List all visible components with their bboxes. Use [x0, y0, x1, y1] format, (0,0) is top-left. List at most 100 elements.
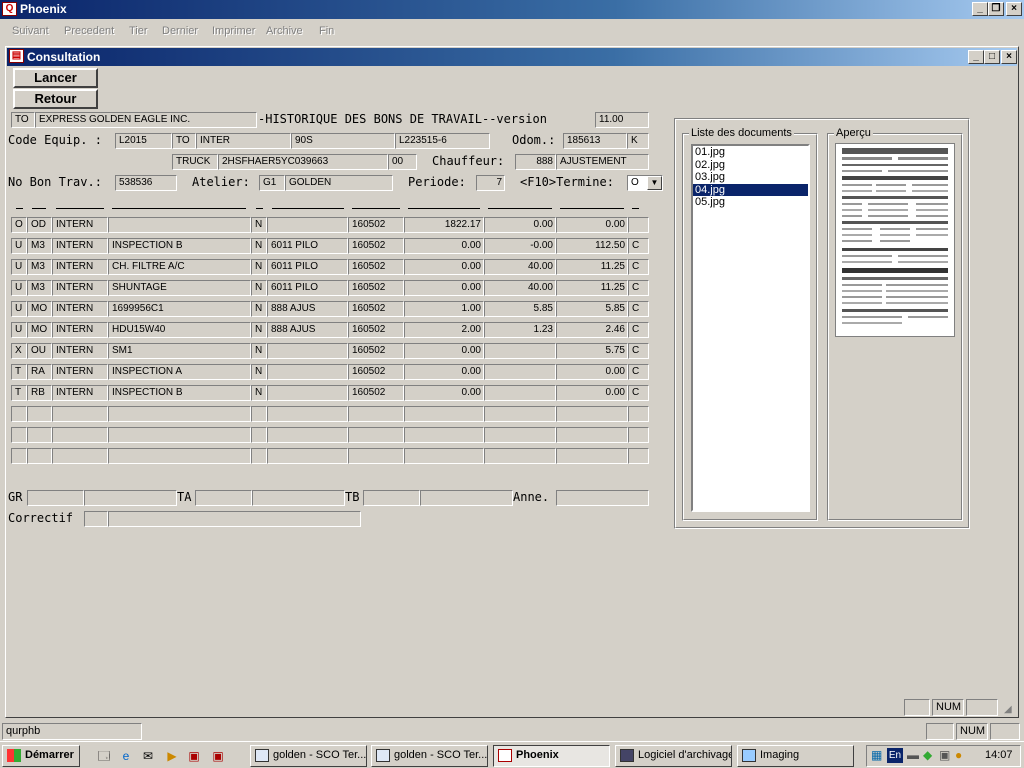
start-button[interactable]: Démarrer — [2, 745, 80, 767]
grid-cell-c9[interactable] — [484, 343, 556, 359]
grid-cell-c5[interactable]: N — [251, 301, 267, 317]
odom-unit-field[interactable]: K — [627, 133, 649, 149]
grid-cell-c1[interactable]: O — [11, 217, 27, 233]
grid-cell-c2[interactable] — [27, 427, 52, 443]
grid-cell-c3[interactable]: INTERN — [52, 364, 108, 380]
grid-cell-c5[interactable]: N — [251, 364, 267, 380]
grid-cell-c6[interactable] — [267, 364, 348, 380]
document-item[interactable]: 02.jpg — [693, 159, 808, 172]
grid-cell-c10[interactable]: 0.00 — [556, 217, 628, 233]
grid-cell-c9[interactable]: -0.00 — [484, 238, 556, 254]
menu-archive[interactable]: Archive — [266, 25, 303, 37]
grid-cell-c7[interactable]: 160502 — [348, 238, 404, 254]
grid-cell-c5[interactable]: N — [251, 280, 267, 296]
task-logiciel-archivage[interactable]: Logiciel d'archivage — [615, 745, 732, 767]
grid-cell-c11[interactable]: C — [628, 364, 649, 380]
code-equip-field[interactable]: L2015 — [115, 133, 172, 149]
grid-cell-c1[interactable]: U — [11, 238, 27, 254]
grid-cell-c7[interactable] — [348, 427, 404, 443]
grid-cell-c8[interactable]: 0.00 — [404, 343, 484, 359]
grid-cell-c7[interactable]: 160502 — [348, 217, 404, 233]
grid-cell-c9[interactable]: 1.23 — [484, 322, 556, 338]
grid-cell-c10[interactable]: 2.46 — [556, 322, 628, 338]
company-code-field[interactable]: TO — [11, 112, 35, 128]
anne-field[interactable] — [556, 490, 649, 506]
grid-cell-c9[interactable]: 40.00 — [484, 280, 556, 296]
grid-cell-c1[interactable]: U — [11, 301, 27, 317]
grid-cell-c4[interactable] — [108, 217, 251, 233]
document-preview-image[interactable] — [835, 143, 955, 337]
grid-cell-c1[interactable]: T — [11, 385, 27, 401]
grid-cell-c4[interactable]: CH. FILTRE A/C — [108, 259, 251, 275]
grid-cell-c4[interactable]: 1699956C1 — [108, 301, 251, 317]
document-item[interactable]: 05.jpg — [693, 196, 808, 209]
grid-cell-c11[interactable] — [628, 448, 649, 464]
grid-cell-c6[interactable]: 888 AJUS — [267, 301, 348, 317]
equip-to-field[interactable]: TO — [172, 133, 196, 149]
grid-cell-c4[interactable]: SM1 — [108, 343, 251, 359]
document-item[interactable]: 03.jpg — [693, 171, 808, 184]
grid-cell-c10[interactable]: 112.50 — [556, 238, 628, 254]
media-player-icon[interactable]: ▶ — [164, 748, 180, 764]
grid-cell-c7[interactable] — [348, 448, 404, 464]
grid-cell-c1[interactable]: X — [11, 343, 27, 359]
grid-cell-c6[interactable] — [267, 427, 348, 443]
grid-cell-c1[interactable]: T — [11, 364, 27, 380]
grid-cell-c11[interactable]: C — [628, 301, 649, 317]
grid-cell-c5[interactable]: N — [251, 322, 267, 338]
language-indicator[interactable]: En — [887, 748, 903, 763]
grid-cell-c6[interactable]: 6011 PILO — [267, 280, 348, 296]
grid-cell-c3[interactable]: INTERN — [52, 301, 108, 317]
grid-cell-c11[interactable]: C — [628, 322, 649, 338]
menu-dernier[interactable]: Dernier — [162, 25, 198, 37]
correctif-field[interactable] — [108, 511, 361, 527]
restore-icon[interactable]: ❐ — [988, 2, 1004, 16]
company-name-field[interactable]: EXPRESS GOLDEN EAGLE INC. — [35, 112, 257, 128]
grid-cell-c8[interactable] — [404, 448, 484, 464]
grid-cell-c2[interactable]: M3 — [27, 280, 52, 296]
grid-cell-c2[interactable]: MO — [27, 301, 52, 317]
grid-cell-c3[interactable] — [52, 427, 108, 443]
grid-cell-c9[interactable]: 5.85 — [484, 301, 556, 317]
grid-cell-c7[interactable]: 160502 — [348, 280, 404, 296]
grid-cell-c8[interactable]: 1.00 — [404, 301, 484, 317]
grid-cell-c9[interactable]: 0.00 — [484, 217, 556, 233]
grid-cell-c4[interactable] — [108, 448, 251, 464]
grid-cell-c10[interactable] — [556, 448, 628, 464]
resize-grip-icon[interactable]: ◢ — [1004, 704, 1012, 715]
outlook-icon[interactable]: ✉ — [140, 748, 156, 764]
grid-cell-c10[interactable]: 0.00 — [556, 385, 628, 401]
menu-imprimer[interactable]: Imprimer — [212, 25, 255, 37]
grid-cell-c8[interactable]: 0.00 — [404, 259, 484, 275]
grid-cell-c4[interactable] — [108, 427, 251, 443]
grid-cell-c11[interactable]: C — [628, 238, 649, 254]
bon-field[interactable]: 538536 — [115, 175, 177, 191]
equip-model-field[interactable]: 90S — [291, 133, 395, 149]
grid-cell-c1[interactable]: U — [11, 280, 27, 296]
grid-cell-c1[interactable] — [11, 448, 27, 464]
menu-precedent[interactable]: Precedent — [64, 25, 114, 37]
grid-cell-c10[interactable] — [556, 427, 628, 443]
retour-button[interactable]: Retour — [13, 89, 98, 109]
grid-cell-c3[interactable]: INTERN — [52, 259, 108, 275]
grid-cell-c7[interactable]: 160502 — [348, 259, 404, 275]
menu-fin[interactable]: Fin — [319, 25, 334, 37]
grid-cell-c5[interactable] — [251, 448, 267, 464]
grid-cell-c9[interactable] — [484, 406, 556, 422]
document-item-selected[interactable]: 04.jpg — [693, 183, 808, 196]
tray-icon[interactable]: ● — [955, 748, 962, 762]
grid-cell-c4[interactable]: INSPECTION B — [108, 238, 251, 254]
grid-cell-c6[interactable]: 6011 PILO — [267, 238, 348, 254]
grid-cell-c8[interactable]: 0.00 — [404, 385, 484, 401]
network-icon[interactable]: ▦ — [871, 748, 882, 762]
grid-cell-c1[interactable]: U — [11, 259, 27, 275]
chauffeur-name-field[interactable]: AJUSTEMENT — [556, 154, 649, 170]
grid-cell-c4[interactable] — [108, 406, 251, 422]
grid-cell-c7[interactable]: 160502 — [348, 364, 404, 380]
child-minimize-icon[interactable]: _ — [968, 50, 984, 64]
grid-cell-c5[interactable]: N — [251, 259, 267, 275]
grid-cell-c11[interactable]: C — [628, 385, 649, 401]
grid-cell-c6[interactable]: 888 AJUS — [267, 322, 348, 338]
menu-tier[interactable]: Tier — [129, 25, 148, 37]
grid-cell-c3[interactable]: INTERN — [52, 217, 108, 233]
